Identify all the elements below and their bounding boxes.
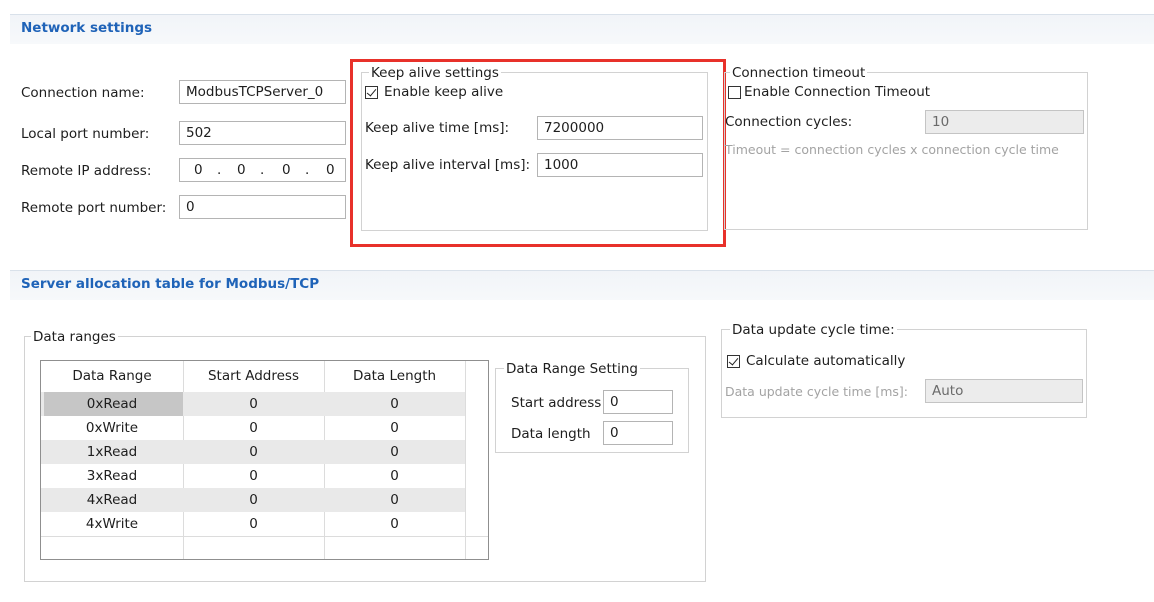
cell-data-range: 4xRead — [86, 492, 138, 508]
cell-data-range: 0xRead — [86, 396, 138, 412]
server-allocation-header: Server allocation table for Modbus/TCP — [10, 270, 1154, 300]
connection-cycles-input[interactable]: 10 — [925, 110, 1084, 134]
cell-data-length: 0 — [390, 468, 399, 484]
server-allocation-title: Server allocation table for Modbus/TCP — [21, 276, 320, 292]
data-length-input[interactable]: 0 — [603, 421, 673, 445]
calculate-automatically-checkbox[interactable] — [727, 355, 740, 368]
calculate-automatically-label[interactable]: Calculate automatically — [746, 353, 905, 369]
ip-separator: . — [217, 162, 222, 178]
data-ranges-legend: Data ranges — [31, 329, 118, 345]
cell-start-address: 0 — [249, 492, 258, 508]
cell-start-address: 0 — [249, 468, 258, 484]
data-length-label: Data length — [511, 426, 591, 442]
cell-start-address: 0 — [249, 396, 258, 412]
cell-data-range: 3xRead — [86, 468, 138, 484]
connection-name-label: Connection name: — [21, 85, 145, 101]
column-divider — [465, 361, 466, 559]
cell-data-length: 0 — [390, 444, 399, 460]
cell-data-length: 0 — [390, 420, 399, 436]
cell-data-range: 0xWrite — [85, 420, 139, 436]
timeout-formula-note: Timeout = connection cycles x connection… — [725, 142, 1059, 157]
cell-start-address: 0 — [249, 444, 258, 460]
cell-data-length: 0 — [390, 492, 399, 508]
cell-start-address: 0 — [249, 420, 258, 436]
ip-separator: . — [305, 162, 310, 178]
row-divider — [41, 536, 488, 537]
start-address-input[interactable]: 0 — [603, 390, 673, 414]
cell-data-length: 0 — [390, 516, 399, 532]
data-update-cycle-group — [721, 329, 1087, 418]
ip-octet-2[interactable]: 0 — [237, 159, 246, 181]
column-header-data-range[interactable]: Data Range — [41, 364, 183, 388]
remote-ip-label: Remote IP address: — [21, 163, 152, 179]
local-port-label: Local port number: — [21, 126, 150, 142]
connection-cycles-label: Connection cycles: — [725, 114, 853, 130]
enable-connection-timeout-checkbox[interactable] — [728, 86, 741, 99]
network-settings-header: Network settings — [10, 14, 1154, 44]
remote-port-label: Remote port number: — [21, 200, 167, 216]
remote-port-input[interactable]: 0 — [179, 195, 346, 219]
ip-octet-4[interactable]: 0 — [326, 159, 335, 181]
connection-name-input[interactable]: ModbusTCPServer_0 — [179, 80, 346, 104]
data-range-setting-legend: Data Range Setting — [504, 361, 640, 377]
highlight-box — [350, 59, 726, 247]
network-settings-title: Network settings — [21, 20, 153, 36]
data-update-cycle-time-label: Data update cycle time [ms]: — [725, 384, 908, 399]
column-header-start-address[interactable]: Start Address — [183, 364, 324, 388]
cell-data-range: 1xRead — [86, 444, 138, 460]
connection-timeout-legend: Connection timeout — [730, 65, 868, 81]
ip-octet-3[interactable]: 0 — [282, 159, 291, 181]
local-port-input[interactable]: 502 — [179, 121, 346, 145]
cell-data-range: 4xWrite — [85, 516, 139, 532]
enable-connection-timeout-label[interactable]: Enable Connection Timeout — [744, 84, 930, 100]
data-range-table[interactable]: Data Range Start Address Data Length 0xR… — [40, 360, 489, 560]
cell-data-length: 0 — [390, 396, 399, 412]
data-update-cycle-time-input[interactable]: Auto — [925, 379, 1083, 403]
remote-ip-input[interactable]: 0 . 0 . 0 . 0 — [179, 158, 346, 182]
ip-octet-1[interactable]: 0 — [194, 159, 203, 181]
start-address-label: Start address — [511, 395, 602, 411]
ip-separator: . — [260, 162, 265, 178]
cell-start-address: 0 — [249, 516, 258, 532]
data-update-cycle-legend: Data update cycle time: — [730, 322, 897, 338]
column-header-data-length[interactable]: Data Length — [324, 364, 465, 388]
